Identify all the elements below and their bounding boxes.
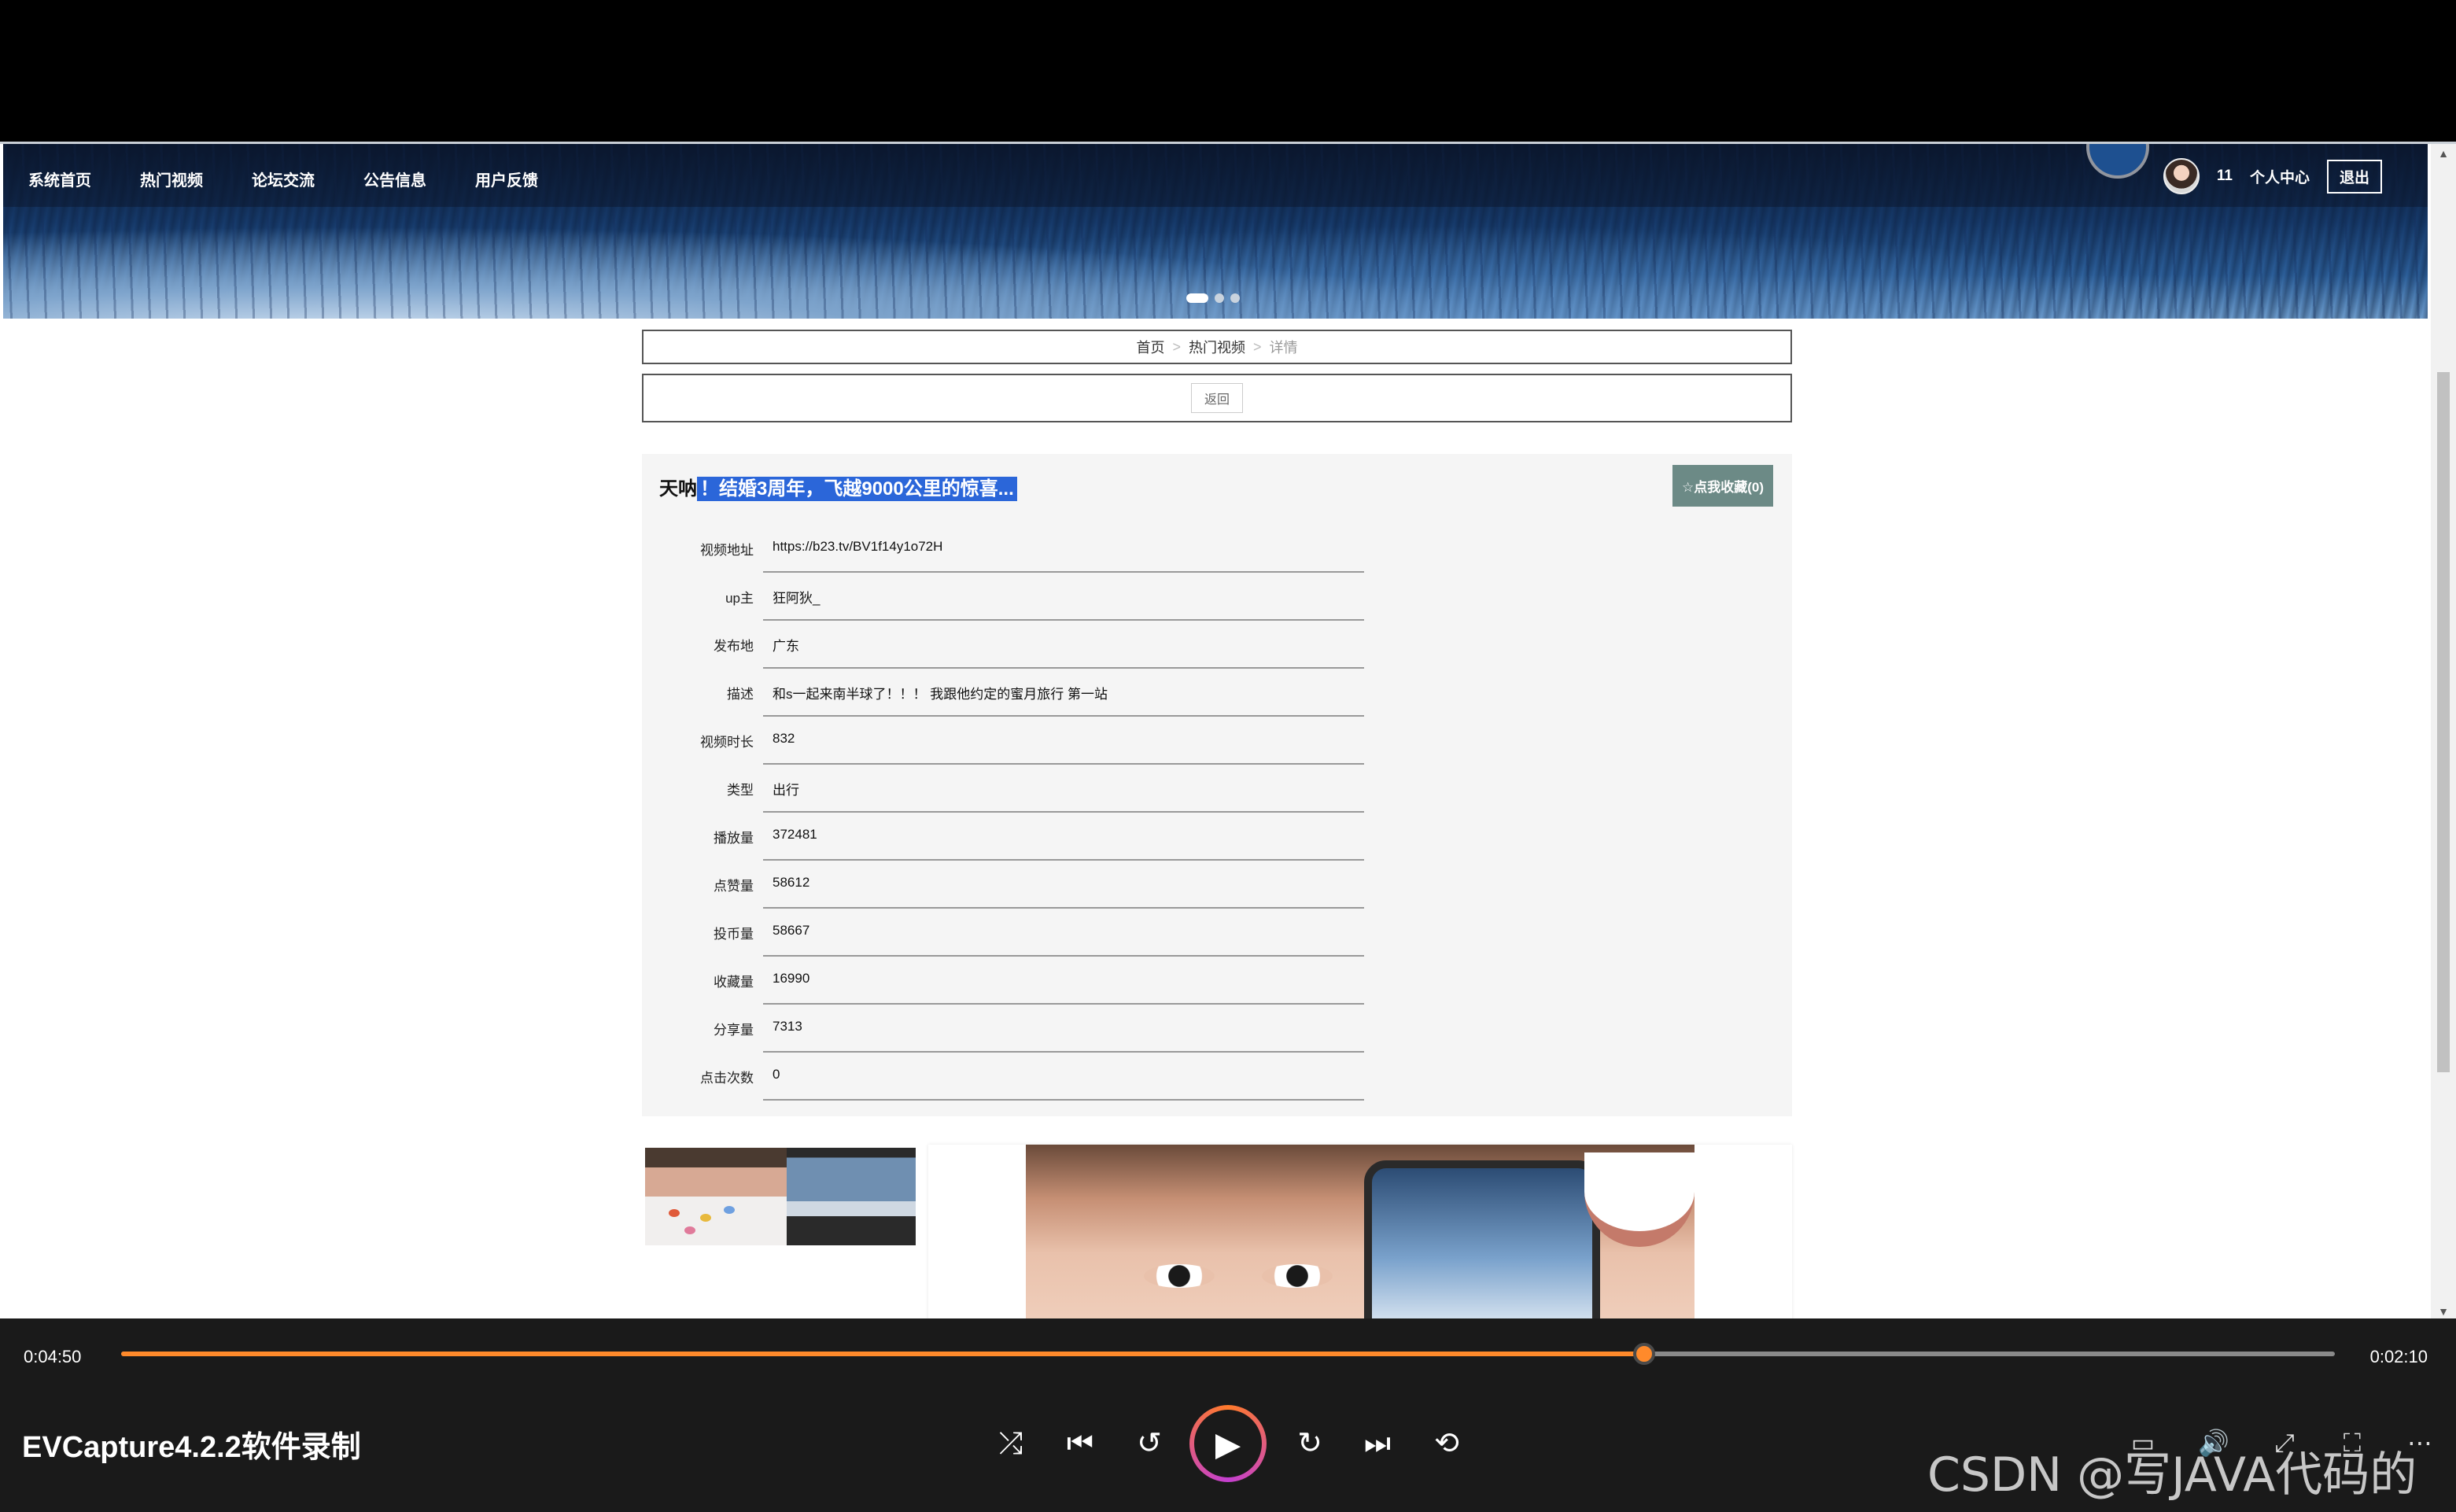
back-bar: 返回	[642, 374, 1792, 422]
breadcrumb-current: 详情	[1269, 340, 1298, 356]
watermark: CSDN @写JAVA代码的人	[1927, 1447, 2417, 1503]
breadcrumb-section[interactable]: 热门视频	[1189, 337, 1245, 357]
progress-fill	[121, 1352, 1645, 1356]
field-label: 收藏量	[714, 975, 754, 990]
field-value: 出行	[773, 783, 799, 798]
play-button[interactable]: ▶	[1189, 1405, 1267, 1482]
field-value: 0	[773, 1067, 780, 1082]
field-row: 类型 出行	[666, 765, 1699, 813]
field-row: 视频时长 832	[666, 717, 1699, 765]
title-highlighted: ！结婚3周年，飞越9000公里的惊喜...	[697, 477, 1017, 501]
field-label: 投币量	[714, 927, 754, 942]
field-row: 发布地 广东	[666, 621, 1699, 669]
field-label: 点击次数	[700, 1071, 754, 1086]
carousel-indicators	[1186, 293, 1240, 303]
breadcrumb: 首页 > 热门视频 > 详情	[642, 330, 1792, 364]
breadcrumb-separator: >	[1172, 338, 1181, 355]
next-icon[interactable]: ⏭	[1358, 1424, 1397, 1463]
field-label: 分享量	[714, 1023, 754, 1038]
carousel-dot-2[interactable]	[1215, 293, 1224, 303]
field-value: 58667	[773, 923, 810, 938]
field-value: https://b23.tv/BV1f14y1o72H	[773, 539, 943, 554]
page-scrollbar[interactable]: ▲ ▼	[2431, 144, 2456, 1318]
progress-bar[interactable]	[121, 1343, 2335, 1365]
current-time: 0:04:50	[24, 1347, 82, 1366]
previous-icon[interactable]: ⏮	[1060, 1424, 1100, 1463]
field-value: 广东	[773, 639, 799, 654]
user-avatar[interactable]	[2163, 158, 2200, 194]
field-value: 832	[773, 731, 795, 746]
field-label: up主	[725, 591, 754, 606]
breadcrumb-separator: >	[1253, 338, 1262, 355]
phone-in-image	[1364, 1160, 1600, 1318]
breadcrumb-home[interactable]: 首页	[1136, 337, 1164, 357]
web-page: 系统首页 热门视频 论坛交流 公告信息 用户反馈 11 个人中心 退出 首页 >…	[0, 142, 2456, 1318]
field-value: 16990	[773, 971, 810, 986]
field-row: 描述 和s一起来南半球了！！！ 我跟他约定的蜜月旅行 第一站	[666, 669, 1699, 717]
scroll-down-icon[interactable]: ▼	[2437, 1305, 2450, 1318]
field-row: 投币量 58667	[666, 909, 1699, 957]
screen: 系统首页 热门视频 论坛交流 公告信息 用户反馈 11 个人中心 退出 首页 >…	[0, 0, 2456, 1512]
user-id: 11	[2216, 168, 2233, 184]
nav-item-forum[interactable]: 论坛交流	[252, 168, 315, 190]
field-row: 收藏量 16990	[666, 957, 1699, 1005]
field-value: 372481	[773, 827, 817, 842]
field-label: 点赞量	[714, 879, 754, 894]
top-navigation: 系统首页 热门视频 论坛交流 公告信息 用户反馈 11 个人中心 退出	[3, 144, 2428, 207]
field-row: 播放量 372481	[666, 813, 1699, 861]
media-player-bar: 0:04:50 0:02:10 EVCapture4.2.2软件录制 ⤮ ⏮ ↺…	[0, 1318, 2456, 1512]
title-prefix: 天呐	[659, 478, 697, 500]
repeat-icon[interactable]: ⟲	[1427, 1424, 1466, 1463]
field-value: 58612	[773, 875, 810, 890]
field-value: 和s一起来南半球了！！！ 我跟他约定的蜜月旅行 第一站	[773, 687, 1108, 702]
favorite-button[interactable]: ☆点我收藏(0)	[1672, 465, 1773, 507]
field-row: up主 狂阿狄_	[666, 573, 1699, 621]
field-row: 分享量 7313	[666, 1005, 1699, 1053]
video-cover-card	[928, 1145, 1792, 1318]
scrollbar-thumb[interactable]	[2437, 372, 2450, 1072]
field-row: 视频地址 https://b23.tv/BV1f14y1o72H	[666, 525, 1699, 573]
nav-item-feedback[interactable]: 用户反馈	[475, 168, 538, 190]
nav-item-home[interactable]: 系统首页	[28, 168, 91, 190]
carousel-dot-3[interactable]	[1230, 293, 1240, 303]
carousel-dot-1[interactable]	[1186, 293, 1208, 303]
forward-30-icon[interactable]: ↻	[1290, 1424, 1329, 1463]
logout-button[interactable]: 退出	[2326, 159, 2382, 194]
nav-item-announcements[interactable]: 公告信息	[363, 168, 426, 190]
field-row: 点击次数 0	[666, 1053, 1699, 1101]
user-area: 11 个人中心 退出	[2163, 158, 2382, 194]
shuffle-icon[interactable]: ⤮	[991, 1424, 1031, 1463]
field-label: 描述	[727, 687, 754, 702]
scroll-up-icon[interactable]: ▲	[2437, 147, 2450, 160]
video-cover-image	[1026, 1145, 1694, 1318]
nav-item-hot-videos[interactable]: 热门视频	[140, 168, 203, 190]
total-time: 0:02:10	[2369, 1347, 2428, 1366]
field-label: 发布地	[714, 639, 754, 654]
field-label: 类型	[727, 783, 754, 798]
back-button[interactable]: 返回	[1190, 383, 1243, 413]
rewind-10-icon[interactable]: ↺	[1130, 1424, 1169, 1463]
field-value: 狂阿狄_	[773, 591, 821, 606]
field-label: 播放量	[714, 831, 754, 846]
video-thumbnail[interactable]	[645, 1148, 916, 1245]
field-label: 视频时长	[700, 735, 754, 750]
field-row: 点赞量 58612	[666, 861, 1699, 909]
progress-handle[interactable]	[1633, 1343, 1656, 1365]
video-title: 天呐 ！结婚3周年，飞越9000公里的惊喜...	[659, 473, 1017, 501]
player-title: EVCapture4.2.2软件录制	[22, 1431, 361, 1464]
field-label: 视频地址	[700, 543, 754, 558]
personal-center-link[interactable]: 个人中心	[2250, 166, 2310, 187]
play-icon: ▶	[1194, 1410, 1262, 1477]
field-value: 7313	[773, 1019, 802, 1034]
video-detail-panel: 天呐 ！结婚3周年，飞越9000公里的惊喜... ☆点我收藏(0) 视频地址 ht…	[642, 454, 1792, 1116]
